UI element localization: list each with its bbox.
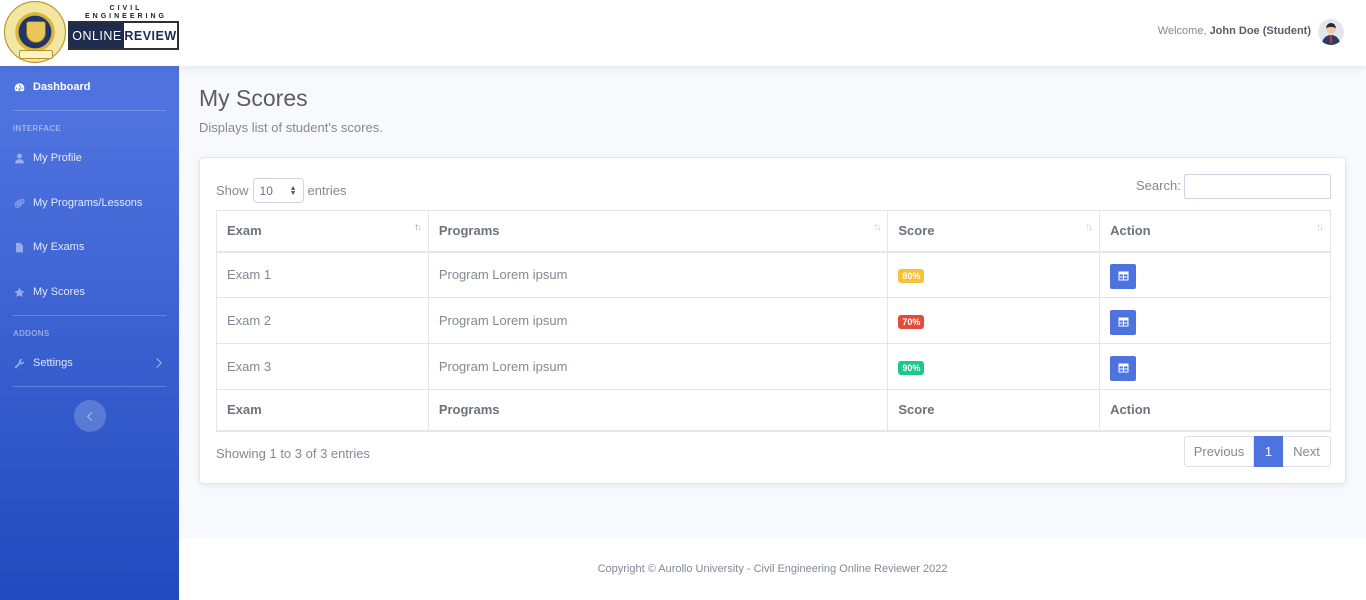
user-name: John Doe (Student) bbox=[1209, 25, 1311, 37]
column-header-score[interactable]: Score ↑↓ bbox=[887, 210, 1101, 253]
table-icon bbox=[1118, 271, 1129, 281]
table-row: Exam 2 Program Lorem ipsum 70% bbox=[216, 297, 1331, 344]
sidebar-item-my-programs[interactable]: My Programs/Lessons bbox=[0, 192, 179, 214]
footer-header-programs: Programs bbox=[427, 389, 889, 432]
sidebar-item-settings[interactable]: Settings bbox=[0, 352, 179, 374]
cell-score: 90% bbox=[887, 343, 1101, 390]
entries-label: entries bbox=[307, 183, 347, 198]
chevron-right-icon bbox=[153, 358, 163, 368]
sidebar-item-label: My Scores bbox=[33, 286, 85, 298]
entries-select[interactable]: 10 ▲ ▼ bbox=[252, 178, 304, 203]
cell-exam: Exam 2 bbox=[216, 297, 429, 344]
table-header-row: Exam ↑↓ Programs ↑↓ Score ↑↓ Action ↑↓ bbox=[216, 210, 1331, 253]
star-icon bbox=[13, 286, 25, 298]
footer-header-action: Action bbox=[1099, 389, 1331, 432]
sidebar-item-label: Dashboard bbox=[33, 81, 91, 93]
score-badge: 70% bbox=[898, 314, 925, 329]
brand-box: ONLINE REVIEW bbox=[68, 21, 179, 50]
sidebar-item-my-exams[interactable]: My Exams bbox=[0, 236, 179, 258]
topbar: CIVIL ENGINEERING ONLINE REVIEW Welcome,… bbox=[0, 0, 1366, 66]
view-details-button[interactable] bbox=[1110, 355, 1137, 381]
page-subtitle: Displays list of student's scores. bbox=[199, 120, 383, 135]
avatar[interactable] bbox=[1318, 19, 1344, 45]
cell-program: Program Lorem ipsum bbox=[427, 251, 889, 298]
column-header-label: Action bbox=[1110, 223, 1151, 239]
column-header-programs[interactable]: Programs ↑↓ bbox=[427, 210, 889, 253]
sort-icon: ↑↓ bbox=[1085, 222, 1093, 233]
search-label: Search: bbox=[1136, 178, 1181, 193]
view-details-button[interactable] bbox=[1110, 309, 1137, 335]
page-1-button[interactable]: 1 bbox=[1254, 436, 1283, 467]
welcome-text[interactable]: Welcome, John Doe (Student) bbox=[1158, 25, 1311, 37]
cell-exam: Exam 3 bbox=[216, 343, 429, 390]
sidebar: Dashboard INTERFACE My Profile My Progra… bbox=[0, 66, 179, 600]
page-title: My Scores bbox=[199, 85, 308, 111]
entries-length-control: Show 10 ▲ ▼ entries bbox=[216, 178, 347, 203]
column-header-action[interactable]: Action ↑↓ bbox=[1099, 210, 1331, 253]
chevron-left-icon bbox=[86, 411, 92, 421]
sidebar-divider bbox=[13, 386, 166, 387]
column-header-label: Exam bbox=[227, 223, 262, 239]
paperclip-icon bbox=[13, 197, 25, 209]
university-seal-icon bbox=[4, 1, 66, 63]
column-header-label: Programs bbox=[438, 223, 500, 239]
wrench-icon bbox=[13, 357, 25, 369]
cell-action bbox=[1099, 251, 1331, 298]
cell-action bbox=[1099, 297, 1331, 344]
sort-icon: ↑↓ bbox=[1316, 222, 1324, 233]
table-icon bbox=[1118, 363, 1129, 373]
scores-card: Show 10 ▲ ▼ entries Search: Exam ↑↓ Progra… bbox=[199, 157, 1346, 484]
column-header-label: Score bbox=[898, 223, 935, 239]
next-page-button[interactable]: Next bbox=[1283, 436, 1331, 467]
sidebar-item-dashboard[interactable]: Dashboard bbox=[0, 76, 179, 98]
tachometer-icon bbox=[13, 81, 25, 93]
score-badge: 90% bbox=[898, 360, 925, 375]
score-badge: 80% bbox=[898, 268, 925, 283]
sidebar-item-label: My Programs/Lessons bbox=[33, 197, 143, 209]
cell-action bbox=[1099, 343, 1331, 390]
sidebar-divider bbox=[13, 315, 166, 316]
table-info: Showing 1 to 3 of 3 entries bbox=[216, 446, 370, 461]
sidebar-divider bbox=[13, 110, 166, 111]
footer-header-exam: Exam bbox=[216, 389, 429, 432]
sidebar-toggle-button[interactable] bbox=[74, 400, 106, 432]
previous-page-button[interactable]: Previous bbox=[1184, 436, 1254, 467]
sidebar-item-label: My Profile bbox=[33, 152, 82, 164]
pagination: Previous 1 Next bbox=[1184, 436, 1331, 467]
cell-score: 70% bbox=[887, 297, 1101, 344]
show-label: Show bbox=[216, 183, 249, 198]
scores-table: Exam ↑↓ Programs ↑↓ Score ↑↓ Action ↑↓ Exam … bbox=[216, 210, 1331, 432]
search-input[interactable] bbox=[1184, 174, 1331, 199]
cell-program: Program Lorem ipsum bbox=[427, 297, 889, 344]
entries-select-value: 10 bbox=[259, 183, 273, 198]
site-logo[interactable]: CIVIL ENGINEERING ONLINE REVIEW bbox=[2, 1, 182, 63]
sidebar-item-my-scores[interactable]: My Scores bbox=[0, 281, 179, 303]
view-details-button[interactable] bbox=[1110, 263, 1137, 289]
brand-online: ONLINE bbox=[70, 23, 124, 48]
copyright-text: Copyright © Aurollo University - Civil E… bbox=[597, 563, 948, 575]
cell-exam: Exam 1 bbox=[216, 251, 429, 298]
footer: Copyright © Aurollo University - Civil E… bbox=[179, 538, 1366, 600]
select-arrows-icon: ▲ ▼ bbox=[289, 184, 297, 197]
brand-review: REVIEW bbox=[124, 28, 177, 43]
cell-score: 80% bbox=[887, 251, 1101, 298]
sort-icon: ↑↓ bbox=[413, 222, 422, 233]
sidebar-item-label: Settings bbox=[33, 357, 73, 369]
welcome-label: Welcome, bbox=[1157, 25, 1207, 37]
table-icon bbox=[1118, 317, 1129, 327]
sidebar-item-label: My Exams bbox=[33, 241, 85, 253]
table-row: Exam 1 Program Lorem ipsum 80% bbox=[216, 251, 1331, 298]
user-icon bbox=[13, 152, 25, 164]
sidebar-heading-addons: ADDONS bbox=[13, 329, 50, 338]
sidebar-item-my-profile[interactable]: My Profile bbox=[0, 147, 179, 169]
cell-program: Program Lorem ipsum bbox=[427, 343, 889, 390]
file-icon bbox=[13, 241, 25, 253]
brand-subtitle: CIVIL ENGINEERING bbox=[84, 5, 167, 20]
sort-icon: ↑↓ bbox=[873, 222, 881, 233]
footer-header-score: Score bbox=[887, 389, 1101, 432]
table-footer-row: Exam Programs Score Action bbox=[216, 389, 1331, 432]
sidebar-heading-interface: INTERFACE bbox=[13, 124, 62, 133]
table-row: Exam 3 Program Lorem ipsum 90% bbox=[216, 343, 1331, 390]
column-header-exam[interactable]: Exam ↑↓ bbox=[216, 210, 429, 253]
